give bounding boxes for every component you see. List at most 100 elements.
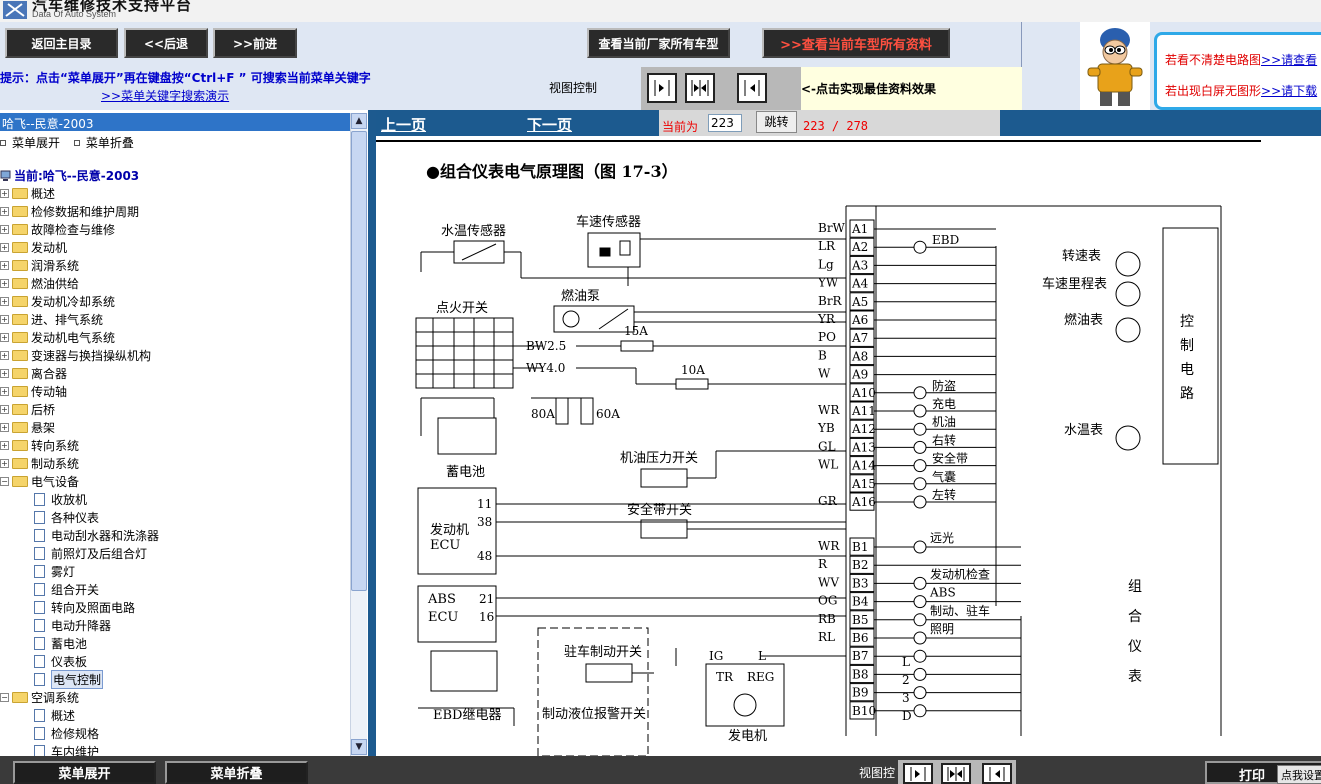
expand-toggle-icon[interactable]: + <box>0 296 9 306</box>
expand-toggle-icon[interactable]: + <box>0 440 9 450</box>
bottom-fit-width-button[interactable] <box>903 763 933 784</box>
sidebar-header: 哈飞--民意-2003 <box>0 113 350 131</box>
expand-toggle-icon[interactable]: + <box>0 224 9 234</box>
forward-button[interactable]: >>前进 <box>213 28 297 58</box>
tree-folder-item[interactable]: − 电气设备 <box>0 472 350 490</box>
tree-leaf-item[interactable]: 转向及照面电路 <box>0 598 350 616</box>
tree-leaf-item[interactable]: 电动刮水器和洗涤器 <box>0 526 350 544</box>
bottom-actual-size-button[interactable] <box>982 763 1012 784</box>
scroll-down-icon[interactable]: ▼ <box>351 739 367 755</box>
collapse-toggle-icon[interactable]: − <box>0 476 9 486</box>
scroll-up-icon[interactable]: ▲ <box>351 113 367 129</box>
connector-pin-label: B8 <box>852 667 868 681</box>
tree-folder-item[interactable]: + 概述 <box>0 184 350 202</box>
pane-divider[interactable] <box>368 110 376 756</box>
tree-folder-item[interactable]: + 发动机冷却系统 <box>0 292 350 310</box>
search-demo-link[interactable]: >>菜单关键字搜索演示 <box>101 87 229 104</box>
jump-button[interactable]: 跳转 <box>756 111 797 133</box>
prev-page-link[interactable]: 上一页 <box>381 114 426 135</box>
tree-folder-item[interactable]: + 检修数据和维护周期 <box>0 202 350 220</box>
ebd-relay-label: EBD继电器 <box>433 708 501 723</box>
current-vehicle[interactable]: 当前:哈飞--民意-2003 <box>0 167 139 184</box>
tree-folder-item[interactable]: + 故障检查与维修 <box>0 220 350 238</box>
tree-folder-item[interactable]: + 转向系统 <box>0 436 350 454</box>
fit-page-button[interactable] <box>685 73 715 103</box>
all-data-button[interactable]: >>查看当前车型所有资料 <box>762 28 950 58</box>
expand-toggle-icon[interactable]: + <box>0 278 9 288</box>
folder-icon <box>12 421 28 433</box>
connector-pin-label: A5 <box>851 295 868 309</box>
scroll-thumb[interactable] <box>351 131 367 591</box>
help-download-link[interactable]: >>请下载 <box>1261 84 1317 98</box>
tree-leaf-item[interactable]: 蓄电池 <box>0 634 350 652</box>
settings-button[interactable]: 点我设置 <box>1277 765 1321 784</box>
wire-color-label: RL <box>818 630 835 644</box>
expand-toggle-icon[interactable]: + <box>0 404 9 414</box>
tree-folder-item[interactable]: + 悬架 <box>0 418 350 436</box>
tree-item-label: 离合器 <box>31 366 68 381</box>
tree-folder-item[interactable]: + 传动轴 <box>0 382 350 400</box>
expand-toggle-icon[interactable]: + <box>0 422 9 432</box>
tree-leaf-item[interactable]: 概述 <box>0 706 350 724</box>
page-number-input[interactable] <box>708 114 742 132</box>
tree-leaf-item[interactable]: 仪表板 <box>0 652 350 670</box>
tree-leaf-item[interactable]: 收放机 <box>0 490 350 508</box>
expand-toggle-icon[interactable]: + <box>0 386 9 396</box>
expand-toggle-icon[interactable]: + <box>0 332 9 342</box>
bottom-collapse-button[interactable]: 菜单折叠 <box>165 761 308 784</box>
warning-lamp-icon <box>913 576 927 590</box>
collapse-toggle-icon[interactable]: − <box>0 692 9 702</box>
mechanic-mascot-icon <box>1080 22 1150 110</box>
tree-item-label: 转向及照面电路 <box>51 600 136 615</box>
sidebar-scrollbar[interactable]: ▲ ▼ <box>350 113 367 756</box>
back-button[interactable]: <<后退 <box>124 28 208 58</box>
expand-toggle-icon[interactable]: + <box>0 242 9 252</box>
tree-folder-item[interactable]: + 后桥 <box>0 400 350 418</box>
tree-leaf-item[interactable]: 电气控制 <box>0 669 350 689</box>
wire-color-label: WR <box>818 403 840 417</box>
pager-bar: 上一页 下一页 当前为 跳转 223 / 278 <box>376 110 1321 136</box>
tree-folder-item[interactable]: + 离合器 <box>0 364 350 382</box>
next-page-link[interactable]: 下一页 <box>527 114 572 135</box>
all-models-button[interactable]: 查看当前厂家所有车型 <box>587 28 730 58</box>
tree-leaf-item[interactable]: 雾灯 <box>0 562 350 580</box>
tree-folder-item[interactable]: + 发动机 <box>0 238 350 256</box>
fit-width-button[interactable] <box>647 73 677 103</box>
warning-lamp-icon <box>913 440 927 454</box>
tree-item-label: 制动系统 <box>31 456 80 471</box>
expand-toggle-icon[interactable]: + <box>0 188 9 198</box>
tree-leaf-item[interactable]: 前照灯及后组合灯 <box>0 544 350 562</box>
expand-toggle-icon[interactable]: + <box>0 206 9 216</box>
bottom-fit-page-button[interactable] <box>941 763 971 784</box>
help-view-link[interactable]: >>请查看 <box>1261 53 1317 67</box>
actual-size-button[interactable] <box>737 73 767 103</box>
tree-folder-item[interactable]: + 发动机电气系统 <box>0 328 350 346</box>
tree-leaf-item[interactable]: 组合开关 <box>0 580 350 598</box>
tree-folder-item[interactable]: + 制动系统 <box>0 454 350 472</box>
home-button[interactable]: 返回主目录 <box>5 28 118 58</box>
menu-collapse-link[interactable]: 菜单折叠 <box>73 134 134 151</box>
expand-toggle-icon[interactable]: + <box>0 260 9 270</box>
warning-lamp-icon <box>913 686 927 700</box>
expand-toggle-icon[interactable]: + <box>0 368 9 378</box>
gauges: 转速表 车速里程表 燃油表 水温表 控 制 电 路 组 合 仪 表 <box>1042 227 1219 685</box>
warning-lamp-label: 发动机检查 <box>930 566 990 581</box>
tree-folder-item[interactable]: + 燃油供给 <box>0 274 350 292</box>
abs-ecu-label-2: ECU <box>428 610 458 625</box>
tree-folder-item[interactable]: + 润滑系统 <box>0 256 350 274</box>
folder-open-icon <box>12 691 28 703</box>
tree-folder-item[interactable]: + 变速器与换挡操纵机构 <box>0 346 350 364</box>
bottom-expand-button[interactable]: 菜单展开 <box>13 761 156 784</box>
tree-folder-item[interactable]: − 空调系统 <box>0 688 350 706</box>
engine-ecu-pin-48: 48 <box>477 549 492 563</box>
expand-toggle-icon[interactable]: + <box>0 350 9 360</box>
folder-icon <box>12 187 28 199</box>
tree-folder-item[interactable]: + 进、排气系统 <box>0 310 350 328</box>
tree-leaf-item[interactable]: 各种仪表 <box>0 508 350 526</box>
expand-toggle-icon[interactable]: + <box>0 314 9 324</box>
menu-expand-link[interactable]: 菜单展开 <box>0 134 60 151</box>
battery-label: 蓄电池 <box>446 465 485 480</box>
tree-leaf-item[interactable]: 电动升降器 <box>0 616 350 634</box>
tree-leaf-item[interactable]: 检修规格 <box>0 724 350 742</box>
expand-toggle-icon[interactable]: + <box>0 458 9 468</box>
